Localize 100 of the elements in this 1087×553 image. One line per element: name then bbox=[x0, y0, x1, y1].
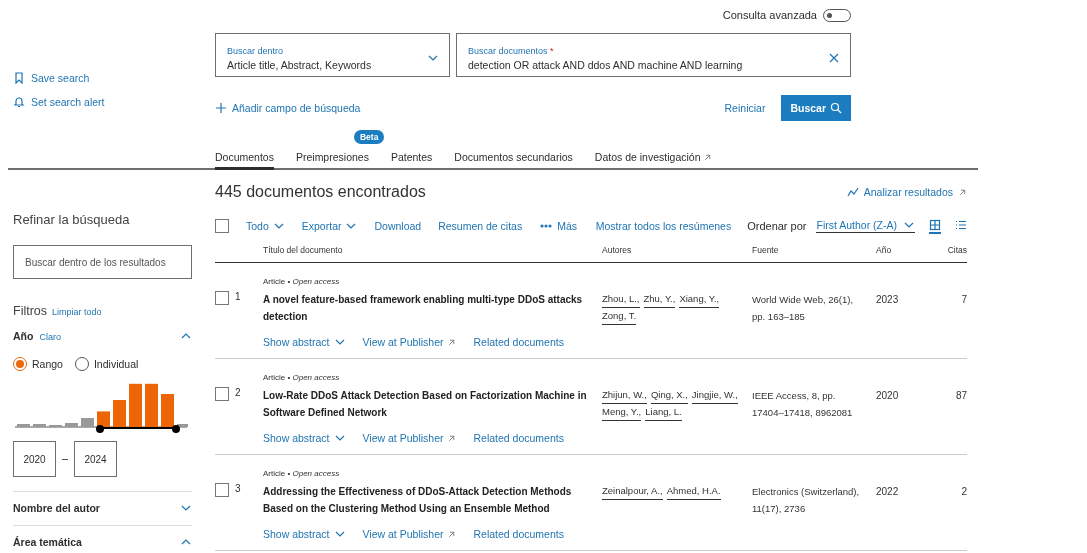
external-link-icon bbox=[702, 152, 712, 162]
advanced-query-label: Consulta avanzada bbox=[722, 9, 817, 21]
toolbar-link[interactable]: Todo bbox=[246, 220, 285, 232]
side-action-link[interactable]: Save search bbox=[13, 72, 215, 84]
refine-title: Refinar la búsqueda bbox=[13, 212, 131, 227]
document-action-link[interactable]: Related documents bbox=[473, 528, 564, 540]
toolbar-link[interactable]: Exportar bbox=[301, 220, 358, 232]
analyze-results-link[interactable]: Analizar resultados bbox=[846, 186, 967, 198]
bookmark-icon bbox=[13, 72, 25, 84]
result-tab[interactable]: Preimpresiones bbox=[295, 151, 369, 170]
search-within-select[interactable]: Buscar dentro Article title, Abstract, Keywords bbox=[215, 33, 450, 77]
column-header: Título del documento bbox=[263, 245, 344, 255]
sort-select[interactable]: First Author (Z-A) bbox=[816, 219, 915, 233]
author-link[interactable]: Zhu, Y., bbox=[643, 291, 676, 308]
column-header: Citas bbox=[946, 245, 967, 255]
clear-all-link[interactable]: Limpiar todo bbox=[52, 307, 102, 317]
year-mode-radio[interactable]: Individual bbox=[74, 357, 139, 371]
bell-icon bbox=[13, 96, 25, 108]
document-type: Article • Open access bbox=[263, 469, 341, 478]
row-number: 2 bbox=[235, 387, 241, 398]
grid-icon bbox=[929, 218, 941, 231]
year-mode-radio[interactable]: Rango bbox=[13, 357, 63, 371]
side-action-link[interactable]: Set search alert bbox=[13, 96, 215, 108]
external-link-icon bbox=[447, 337, 457, 347]
filter-section-title[interactable]: Nombre del autor bbox=[13, 502, 100, 514]
plus-icon bbox=[215, 102, 227, 114]
author-link[interactable]: Zhou, L., bbox=[602, 291, 640, 308]
row-checkbox[interactable] bbox=[215, 387, 229, 401]
source-text: IEEE Access, 8, pp. 17404–17418, 8962081 bbox=[752, 389, 854, 420]
row-number: 3 bbox=[235, 483, 241, 494]
filter-section-title: Año bbox=[13, 330, 34, 342]
author-link[interactable]: Qing, X., bbox=[650, 387, 688, 404]
column-header: Año bbox=[876, 245, 893, 255]
document-title[interactable]: Addressing the Effectiveness of DDoS-Attack Detection Methods Based on the Clustering Method Using an Ensemble Method bbox=[263, 483, 602, 517]
document-action-link[interactable]: Show abstract bbox=[263, 432, 346, 444]
document-action-link[interactable]: Related documents bbox=[473, 432, 564, 444]
document-action-link[interactable]: Related documents bbox=[473, 336, 564, 348]
sort-label: Ordenar por bbox=[747, 220, 807, 232]
document-title[interactable]: Low-Rate DDoS Attack Detection Based on Factorization Machine in Software Defined Network bbox=[263, 387, 602, 421]
clear-link[interactable]: Claro bbox=[39, 332, 61, 342]
author-link[interactable]: Ahmed, H.A. bbox=[666, 483, 721, 500]
radio-label: Rango bbox=[32, 358, 63, 370]
row-number: 1 bbox=[235, 291, 241, 302]
advanced-query-toggle[interactable] bbox=[823, 8, 851, 22]
show-all-abstracts-link[interactable]: Mostrar todos los resúmenes bbox=[595, 220, 732, 232]
toolbar-link[interactable]: Download bbox=[374, 220, 422, 232]
grid-view-button[interactable] bbox=[929, 218, 941, 234]
author-link[interactable]: Zong, T. bbox=[602, 308, 637, 325]
filters-title: Filtros bbox=[13, 304, 48, 318]
radio-label: Individual bbox=[93, 358, 139, 370]
document-action-link[interactable]: View at Publisher bbox=[362, 528, 457, 540]
author-link[interactable]: Xiang, Y., bbox=[679, 291, 720, 308]
search-query-field[interactable]: Buscar documentos * detection OR attack AND ddos AND machine AND learning bbox=[456, 33, 851, 77]
list-icon bbox=[955, 218, 967, 231]
column-header: Fuente bbox=[752, 245, 780, 255]
external-link-icon bbox=[447, 529, 457, 539]
search-icon bbox=[830, 102, 842, 114]
results-count: 445 documentos encontrados bbox=[215, 183, 426, 201]
filter-section-title[interactable]: Área temática bbox=[13, 536, 82, 548]
search-within-results-field[interactable]: Buscar dentro de los resultados bbox=[13, 245, 192, 279]
source-text: Electronics (Switzerland), 11(17), 2736 bbox=[752, 485, 861, 516]
beta-badge: Beta bbox=[353, 130, 385, 144]
citations-count: 87 bbox=[954, 389, 967, 403]
document-action-link[interactable]: View at Publisher bbox=[362, 336, 457, 348]
document-title[interactable]: A novel feature-based framework enabling multi-type DDoS attacks detection bbox=[263, 291, 602, 325]
author-link[interactable]: Zhijun, W., bbox=[602, 387, 647, 404]
reset-link[interactable]: Reiniciar bbox=[724, 102, 766, 114]
trend-line-icon bbox=[846, 186, 859, 198]
result-tab[interactable]: Documentos bbox=[215, 151, 274, 170]
result-tab[interactable]: Documentos secundarios bbox=[454, 151, 573, 170]
citations-count: 2 bbox=[960, 485, 967, 499]
year-to-field[interactable]: 2024 bbox=[74, 441, 117, 477]
document-action-link[interactable]: View at Publisher bbox=[362, 432, 457, 444]
search-button[interactable]: Buscar bbox=[781, 95, 851, 121]
external-link-icon bbox=[447, 433, 457, 443]
result-tab[interactable]: Patentes bbox=[390, 151, 433, 170]
add-field-link[interactable]: Añadir campo de búsqueda bbox=[215, 102, 725, 114]
citations-count: 7 bbox=[960, 293, 967, 307]
row-checkbox[interactable] bbox=[215, 291, 229, 305]
year-from-field[interactable]: 2020 bbox=[13, 441, 56, 477]
toolbar-link[interactable]: Resumen de citas bbox=[438, 220, 523, 232]
select-all-checkbox[interactable] bbox=[215, 219, 229, 233]
author-link[interactable]: Meng, Y., bbox=[602, 404, 642, 421]
document-action-link[interactable]: Show abstract bbox=[263, 528, 346, 540]
author-link[interactable]: Jingjie, W., bbox=[691, 387, 738, 404]
document-type: Article • Open access bbox=[263, 373, 341, 382]
row-checkbox[interactable] bbox=[215, 483, 229, 497]
document-action-link[interactable]: Show abstract bbox=[263, 336, 346, 348]
year-text: 2022 bbox=[876, 485, 900, 499]
clear-icon bbox=[828, 52, 840, 64]
source-text: World Wide Web, 26(1), pp. 163–185 bbox=[752, 293, 855, 324]
external-link-icon bbox=[958, 187, 967, 197]
toolbar-link[interactable]: Más bbox=[539, 220, 578, 232]
author-link[interactable]: Liang, L. bbox=[645, 404, 682, 421]
author-link[interactable]: Zeinalpour, A., bbox=[602, 483, 663, 500]
result-tab[interactable]: Datos de investigación bbox=[594, 151, 712, 170]
document-type: Article • Open access bbox=[263, 277, 341, 286]
year-text: 2020 bbox=[876, 389, 900, 403]
column-header: Autores bbox=[602, 245, 633, 255]
year-text: 2023 bbox=[876, 293, 900, 307]
